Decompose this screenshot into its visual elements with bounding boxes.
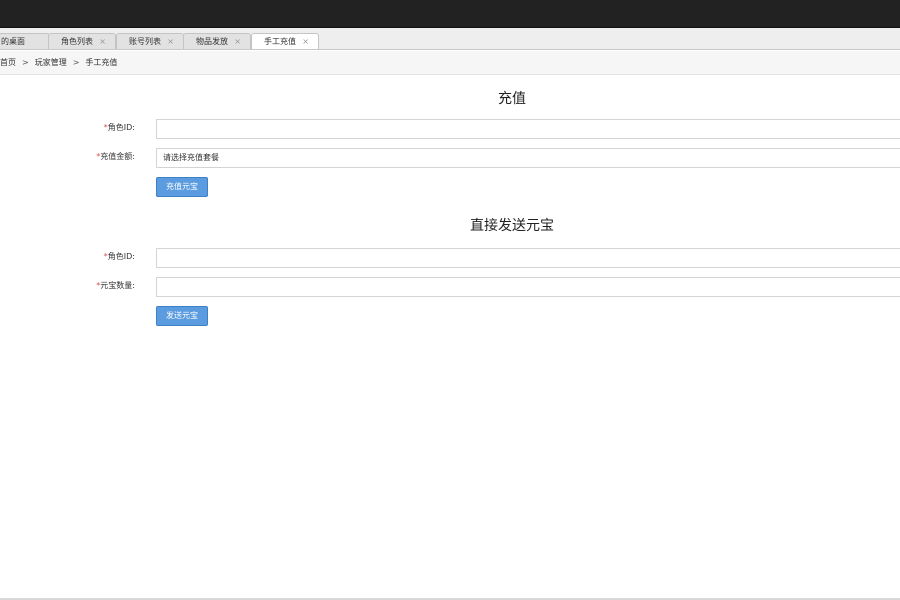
breadcrumb: 首页 > 玩家管理 > 手工充值 xyxy=(0,51,900,75)
breadcrumb-home[interactable]: 首页 xyxy=(0,58,16,67)
label-text: 角色ID: xyxy=(107,123,135,132)
breadcrumb-separator: > xyxy=(22,58,29,67)
close-icon[interactable]: × xyxy=(99,34,106,49)
tab-bar: 的桌面 角色列表 × 账号列表 × 物品发放 × 手工充值 × xyxy=(0,28,900,50)
recharge-yuanbao-button[interactable]: 充值元宝 xyxy=(156,177,208,197)
recharge-role-id-input[interactable] xyxy=(156,119,900,139)
send-yuanbao-button[interactable]: 发送元宝 xyxy=(156,306,208,326)
tab-account-list[interactable]: 账号列表 × xyxy=(116,33,184,49)
label-text: 角色ID: xyxy=(107,252,135,261)
close-icon[interactable]: × xyxy=(302,34,309,49)
tab-desktop[interactable]: 的桌面 xyxy=(0,33,50,49)
recharge-amount-label: *充值金额: xyxy=(0,147,135,167)
tab-item-distribution[interactable]: 物品发放 × xyxy=(183,33,251,49)
close-icon[interactable]: × xyxy=(234,34,241,49)
recharge-section-title: 充值 xyxy=(498,91,526,107)
send-count-input[interactable] xyxy=(156,277,900,297)
send-count-label: *元宝数量: xyxy=(0,276,135,296)
send-role-id-label: *角色ID: xyxy=(0,247,135,267)
direct-send-section-title: 直接发送元宝 xyxy=(470,218,554,234)
tab-role-list[interactable]: 角色列表 × xyxy=(48,33,116,49)
tab-label: 角色列表 xyxy=(61,37,93,46)
recharge-package-select[interactable]: 请选择充值套餐 xyxy=(156,148,900,168)
select-value: 请选择充值套餐 xyxy=(163,153,219,162)
label-text: 元宝数量: xyxy=(100,281,135,290)
close-icon[interactable]: × xyxy=(167,34,174,49)
tab-label: 物品发放 xyxy=(196,37,228,46)
top-bar xyxy=(0,0,900,28)
tab-label: 手工充值 xyxy=(264,37,296,46)
breadcrumb-player-management[interactable]: 玩家管理 xyxy=(35,58,67,67)
send-role-id-input[interactable] xyxy=(156,248,900,268)
breadcrumb-separator: > xyxy=(72,58,80,67)
recharge-role-id-label: *角色ID: xyxy=(0,118,135,138)
tab-manual-recharge[interactable]: 手工充值 × xyxy=(251,33,319,49)
tab-label: 的桌面 xyxy=(1,37,25,46)
label-text: 充值金额: xyxy=(100,152,135,161)
tab-label: 账号列表 xyxy=(129,37,161,46)
breadcrumb-current: 手工充值 xyxy=(85,58,118,67)
